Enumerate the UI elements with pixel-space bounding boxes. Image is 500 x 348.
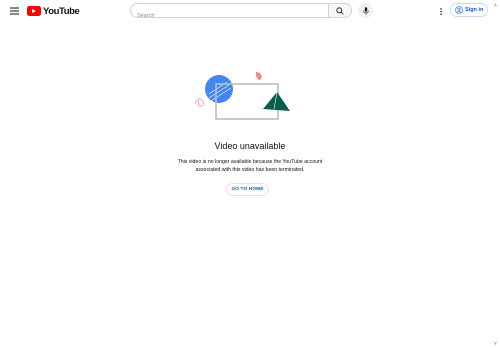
search-icon	[336, 6, 344, 15]
voice-search-button[interactable]	[358, 3, 373, 18]
error-message-line-1: This video is no longer available becaus…	[177, 159, 323, 165]
youtube-play-icon	[27, 6, 41, 16]
youtube-logo[interactable]: YouTube	[27, 5, 80, 17]
masthead: YouTube Sign in ˄	[0, 0, 500, 23]
scroll-down-arrow-icon[interactable]: ˅	[494, 341, 497, 347]
guide-menu-button[interactable]	[7, 4, 21, 18]
error-title: Video unavailable	[214, 141, 286, 151]
sign-in-button[interactable]: Sign in	[450, 3, 488, 17]
go-to-home-button[interactable]: GO TO HOME	[226, 183, 269, 196]
logo-text: YouTube	[43, 5, 80, 17]
error-message: This video is no longer available becaus…	[170, 159, 330, 174]
sign-in-label: Sign in	[465, 7, 484, 13]
more-vert-icon	[440, 7, 442, 15]
blue-circle-shape	[205, 75, 233, 103]
search-button[interactable]	[328, 3, 352, 18]
hamburger-menu-icon	[9, 7, 19, 15]
microphone-icon	[362, 6, 369, 15]
account-circle-icon	[455, 6, 463, 14]
settings-more-button[interactable]	[436, 5, 446, 17]
search-box	[130, 3, 328, 23]
scribble-decoration	[194, 98, 205, 107]
scroll-up-arrow-icon[interactable]: ˄	[494, 3, 497, 9]
unavailable-illustration	[194, 72, 290, 120]
error-message-line-2: associated with this video has been term…	[195, 166, 305, 173]
search-input[interactable]	[137, 9, 317, 23]
go-to-home-label: GO TO HOME	[231, 187, 264, 192]
pink-leaf-shape	[255, 72, 262, 81]
